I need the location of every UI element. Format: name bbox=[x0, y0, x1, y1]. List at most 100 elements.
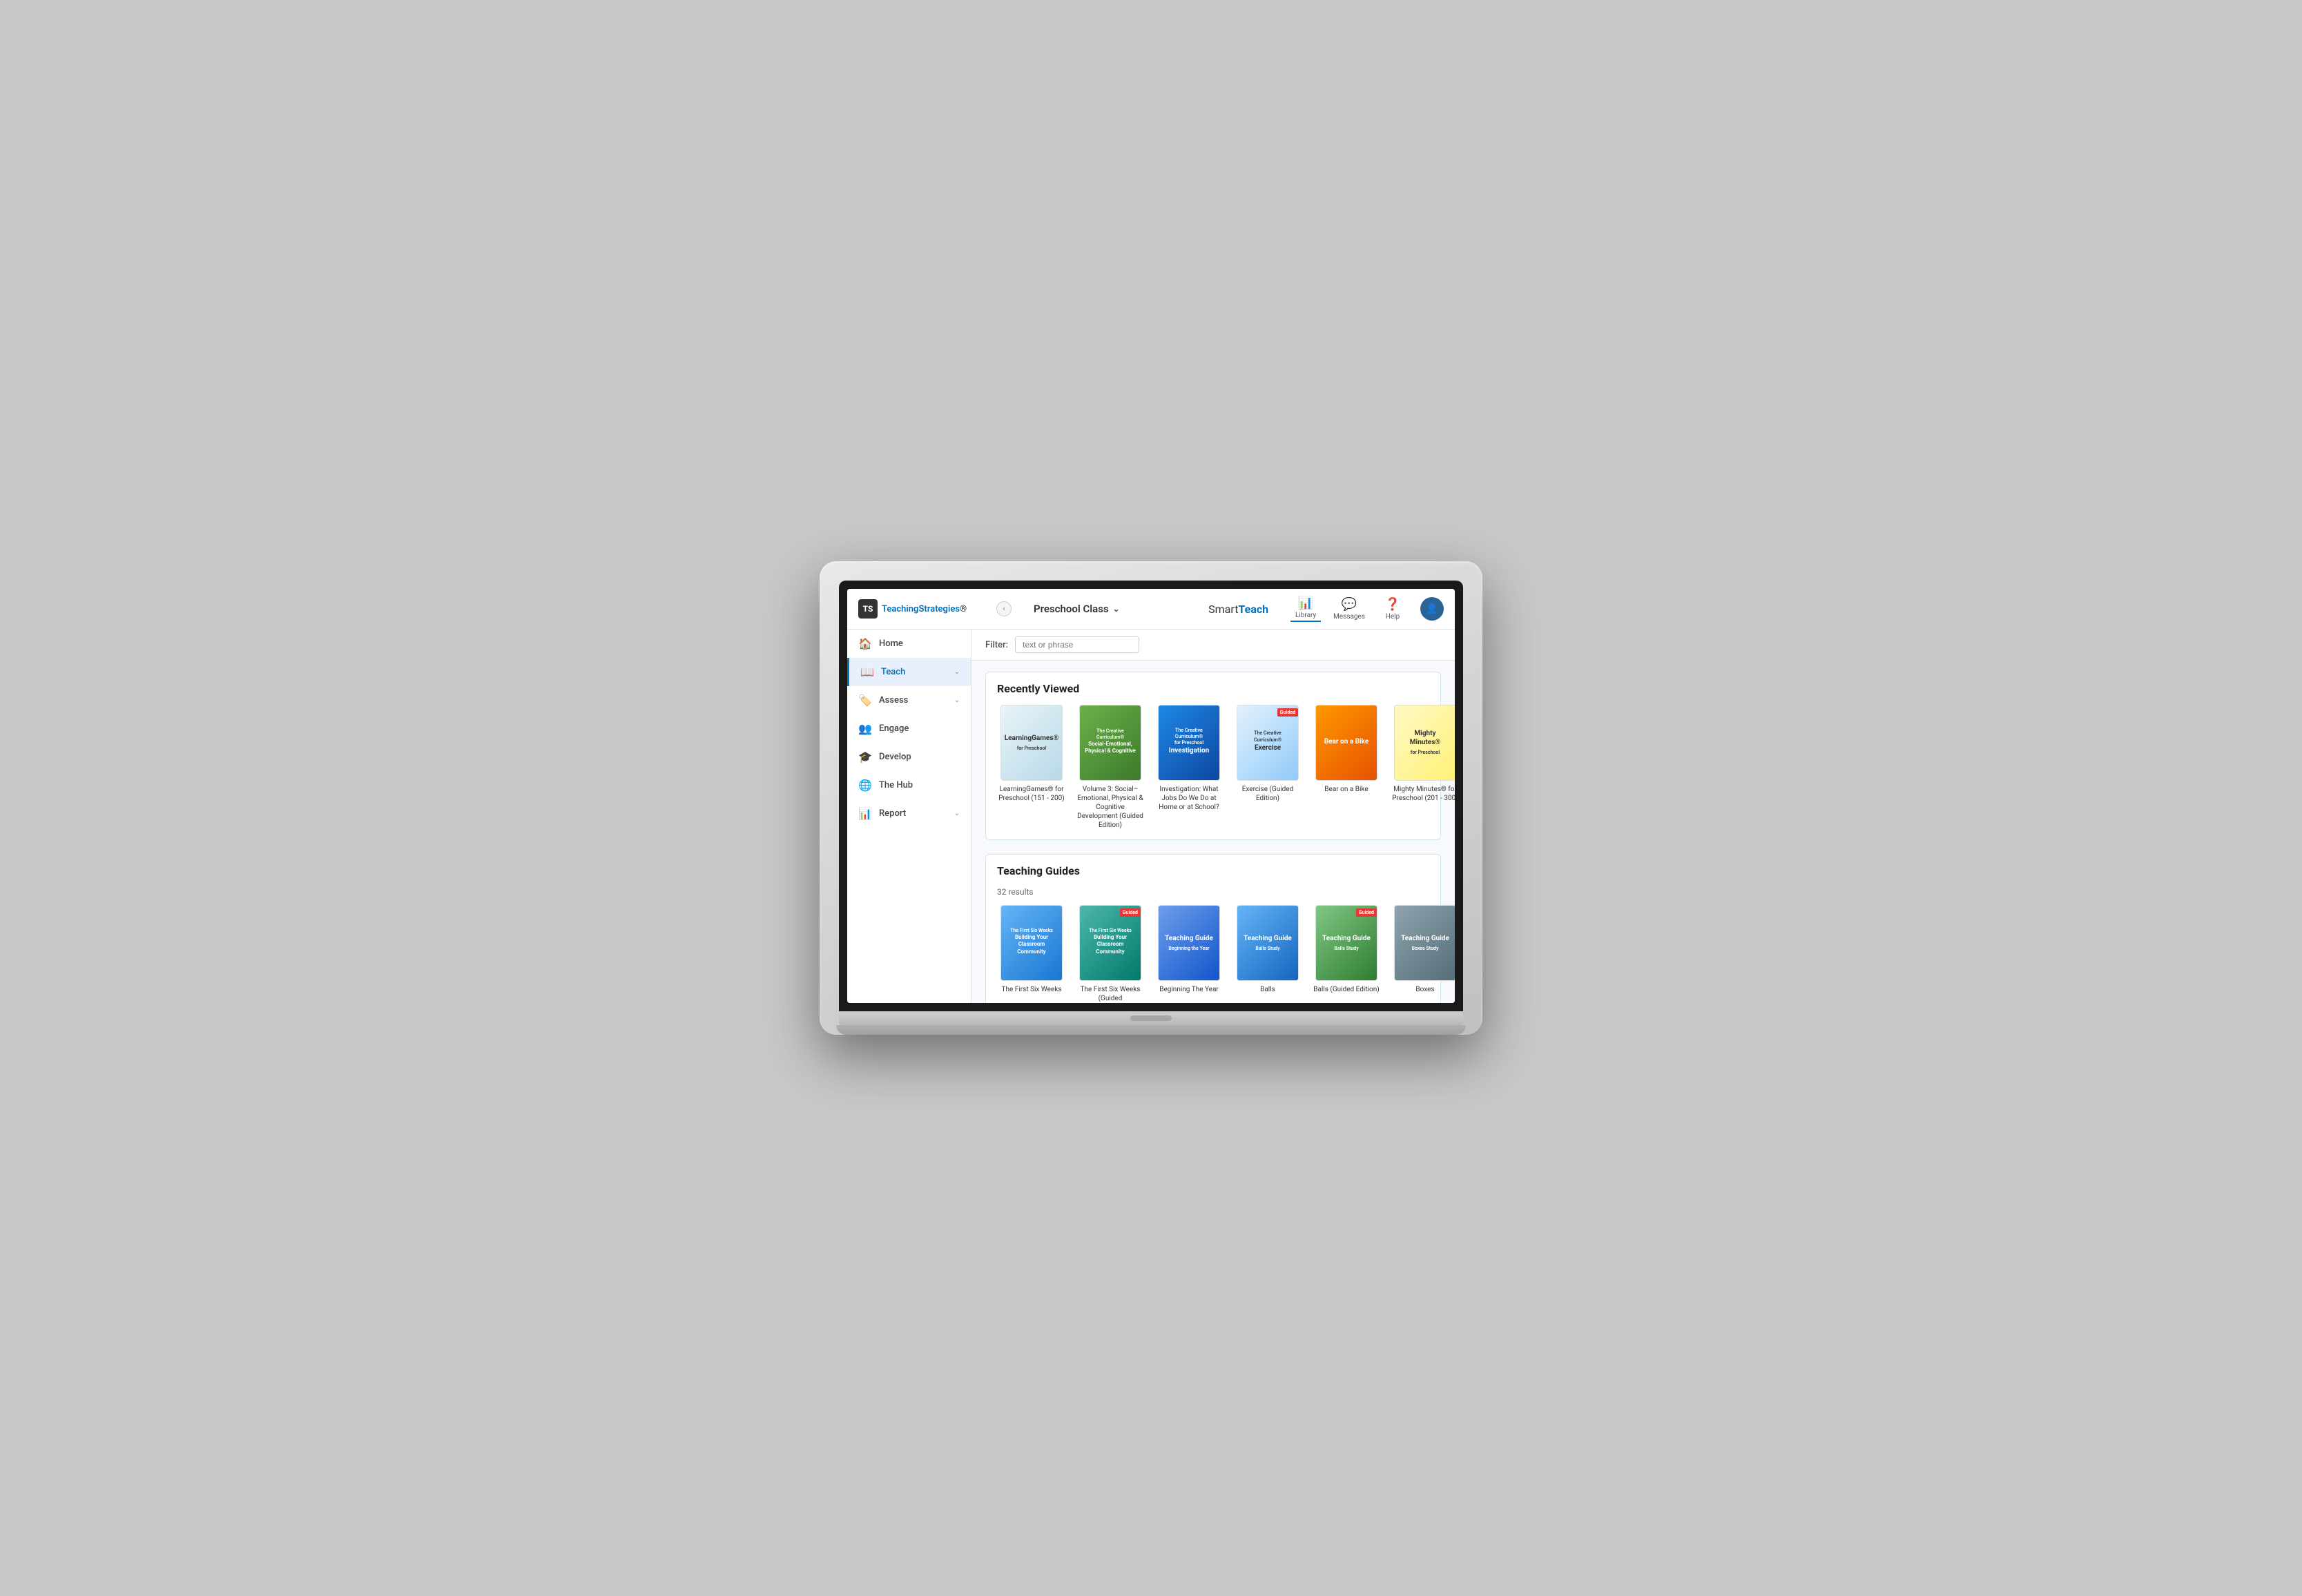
book-mighty[interactable]: Mighty Minutes® for Preschool Mighty Min… bbox=[1391, 705, 1455, 830]
book-exercise[interactable]: Guided The Creative Curriculum® Exercise… bbox=[1233, 705, 1302, 830]
book-balls[interactable]: Teaching Guide Balls Study Balls bbox=[1233, 905, 1302, 1003]
book-title-volume3: Volume 3: Social–Emotional, Physical & C… bbox=[1076, 785, 1145, 830]
recently-viewed-section: Recently Viewed LearningGames® for Presc… bbox=[985, 672, 1441, 840]
screen: TS TeachingStrategies® ‹ Preschool Class… bbox=[847, 589, 1455, 1003]
sidebar-hub-label: The Hub bbox=[879, 780, 960, 790]
book-inner-learning-games: LearningGames® for Preschool bbox=[1000, 730, 1063, 756]
book-cover-beginning: Teaching Guide Beginning the Year bbox=[1158, 905, 1220, 981]
logo-icon: TS bbox=[858, 599, 878, 619]
book-inner-exercise: The Creative Curriculum® Exercise bbox=[1237, 726, 1298, 759]
logo-brand2: Strategies bbox=[918, 604, 960, 614]
book-inner-boxes: Teaching Guide Boxes Study bbox=[1397, 930, 1453, 956]
sidebar-item-engage[interactable]: 👥 Engage bbox=[847, 714, 971, 743]
teaching-guides-section: Teaching Guides 32 results The First Six… bbox=[985, 854, 1441, 1003]
book-cover-mighty: Mighty Minutes® for Preschool bbox=[1394, 705, 1455, 781]
sidebar-teach-label: Teach bbox=[881, 667, 947, 677]
laptop-frame: TS TeachingStrategies® ‹ Preschool Class… bbox=[820, 561, 1482, 1035]
class-chevron-icon: ⌄ bbox=[1113, 604, 1120, 614]
book-title-beginning: Beginning The Year bbox=[1159, 985, 1219, 994]
library-icon: 📊 bbox=[1298, 596, 1313, 610]
book-cover-first-six: The First Six Weeks Building Your Classr… bbox=[1000, 905, 1063, 981]
messages-label: Messages bbox=[1333, 613, 1365, 621]
logo-text: TeachingStrategies® bbox=[882, 604, 967, 614]
book-investigation[interactable]: The Creative Curriculum® for Preschool I… bbox=[1154, 705, 1223, 830]
book-cover-volume3: The Creative Curriculum® Social-Emotiona… bbox=[1079, 705, 1141, 781]
book-title-balls-guided: Balls (Guided Edition) bbox=[1313, 985, 1380, 994]
help-label: Help bbox=[1386, 613, 1400, 621]
book-cover-bear: Bear on a Bike bbox=[1315, 705, 1377, 781]
content-inner: Recently Viewed LearningGames® for Presc… bbox=[971, 661, 1455, 1003]
messages-nav-item[interactable]: 💬 Messages bbox=[1333, 597, 1365, 621]
laptop-bottom bbox=[839, 1011, 1463, 1025]
report-icon: 📊 bbox=[858, 807, 872, 820]
sidebar-engage-label: Engage bbox=[879, 723, 960, 734]
user-avatar[interactable]: 👤 bbox=[1420, 597, 1444, 621]
screen-bezel: TS TeachingStrategies® ‹ Preschool Class… bbox=[839, 581, 1463, 1011]
book-cover-boxes: Teaching Guide Boxes Study bbox=[1394, 905, 1455, 981]
report-chevron-icon: ⌄ bbox=[954, 810, 960, 817]
book-inner-balls-guided: Teaching Guide Balls Study bbox=[1318, 930, 1375, 956]
book-inner-balls: Teaching Guide Balls Study bbox=[1239, 930, 1296, 956]
book-title-mighty: Mighty Minutes® for Preschool (201 - 300… bbox=[1391, 785, 1455, 803]
book-volume3[interactable]: The Creative Curriculum® Social-Emotiona… bbox=[1076, 705, 1145, 830]
sidebar-item-report[interactable]: 📊 Report ⌄ bbox=[847, 799, 971, 828]
sidebar: 🏠 Home 📖 Teach ⌄ 🏷️ Assess ⌄ 👥 bbox=[847, 630, 971, 1003]
book-beginning-year[interactable]: Teaching Guide Beginning the Year Beginn… bbox=[1154, 905, 1223, 1003]
messages-icon: 💬 bbox=[1342, 597, 1357, 612]
book-cover-exercise: Guided The Creative Curriculum® Exercise bbox=[1237, 705, 1299, 781]
teach-text: Teach bbox=[1238, 603, 1268, 616]
book-inner-first-six: The First Six Weeks Building Your Classr… bbox=[1001, 924, 1062, 962]
recently-viewed-title: Recently Viewed bbox=[997, 682, 1429, 695]
help-icon: ❓ bbox=[1385, 597, 1400, 612]
teaching-guides-title: Teaching Guides bbox=[997, 864, 1429, 877]
book-title-boxes: Boxes bbox=[1415, 985, 1434, 994]
book-inner-bear: Bear on a Bike bbox=[1320, 733, 1373, 753]
home-icon: 🏠 bbox=[858, 637, 872, 650]
help-nav-item[interactable]: ❓ Help bbox=[1377, 597, 1408, 621]
engage-icon: 👥 bbox=[858, 722, 872, 735]
book-inner-mighty: Mighty Minutes® for Preschool bbox=[1395, 725, 1455, 760]
book-title-exercise: Exercise (Guided Edition) bbox=[1233, 785, 1302, 803]
filter-bar: Filter: bbox=[971, 630, 1455, 661]
collapse-icon: ‹ bbox=[1003, 605, 1005, 613]
guided-badge-balls: Guided bbox=[1356, 908, 1377, 917]
sidebar-item-develop[interactable]: 🎓 Develop bbox=[847, 743, 971, 771]
develop-icon: 🎓 bbox=[858, 750, 872, 763]
nav-icons: 📊 Library 💬 Messages ❓ Help 👤 bbox=[1290, 596, 1444, 622]
book-first-six-guided[interactable]: Guided The First Six Weeks Building Your… bbox=[1076, 905, 1145, 1003]
results-count: 32 results bbox=[997, 887, 1429, 897]
class-selector[interactable]: Preschool Class ⌄ bbox=[1034, 603, 1120, 615]
filter-input[interactable] bbox=[1015, 636, 1139, 653]
teach-chevron-icon: ⌄ bbox=[954, 668, 960, 676]
sidebar-home-label: Home bbox=[879, 639, 960, 649]
book-boxes[interactable]: Teaching Guide Boxes Study Boxes bbox=[1391, 905, 1455, 1003]
main-layout: 🏠 Home 📖 Teach ⌄ 🏷️ Assess ⌄ 👥 bbox=[847, 630, 1455, 1003]
sidebar-assess-label: Assess bbox=[879, 695, 947, 705]
book-bear[interactable]: Bear on a Bike Bear on a Bike bbox=[1312, 705, 1381, 830]
book-balls-guided[interactable]: Guided Teaching Guide Balls Study Balls … bbox=[1312, 905, 1381, 1003]
book-inner-first-six-guided: The First Six Weeks Building Your Classr… bbox=[1080, 924, 1141, 962]
book-first-six-weeks[interactable]: The First Six Weeks Building Your Classr… bbox=[997, 905, 1066, 1003]
sidebar-item-assess[interactable]: 🏷️ Assess ⌄ bbox=[847, 686, 971, 714]
book-inner-beginning: Teaching Guide Beginning the Year bbox=[1161, 930, 1217, 956]
sidebar-item-teach[interactable]: 📖 Teach ⌄ bbox=[847, 658, 971, 686]
book-title-first-six: The First Six Weeks bbox=[1002, 985, 1062, 994]
logo-area: TS TeachingStrategies® bbox=[858, 599, 983, 619]
collapse-button[interactable]: ‹ bbox=[996, 601, 1012, 616]
assess-icon: 🏷️ bbox=[858, 694, 872, 707]
guided-badge-first-six: Guided bbox=[1120, 908, 1141, 917]
library-nav-item[interactable]: 📊 Library bbox=[1290, 596, 1321, 622]
sidebar-develop-label: Develop bbox=[879, 752, 960, 762]
book-learning-games[interactable]: LearningGames® for Preschool LearningGam… bbox=[997, 705, 1066, 830]
trackpad-notch bbox=[1130, 1015, 1172, 1021]
book-inner-volume3: The Creative Curriculum® Social-Emotiona… bbox=[1080, 724, 1141, 762]
smart-teach-logo: SmartTeach bbox=[1208, 603, 1268, 616]
sidebar-item-home[interactable]: 🏠 Home bbox=[847, 630, 971, 658]
book-title-learning-games: LearningGames® for Preschool (151 - 200) bbox=[997, 785, 1066, 803]
book-cover-learning-games: LearningGames® for Preschool bbox=[1000, 705, 1063, 781]
sidebar-item-the-hub[interactable]: 🌐 The Hub bbox=[847, 771, 971, 799]
book-inner-investigation: The Creative Curriculum® for Preschool I… bbox=[1159, 723, 1219, 762]
book-cover-balls: Teaching Guide Balls Study bbox=[1237, 905, 1299, 981]
book-title-bear: Bear on a Bike bbox=[1324, 785, 1368, 794]
recently-viewed-grid: LearningGames® for Preschool LearningGam… bbox=[997, 705, 1429, 830]
